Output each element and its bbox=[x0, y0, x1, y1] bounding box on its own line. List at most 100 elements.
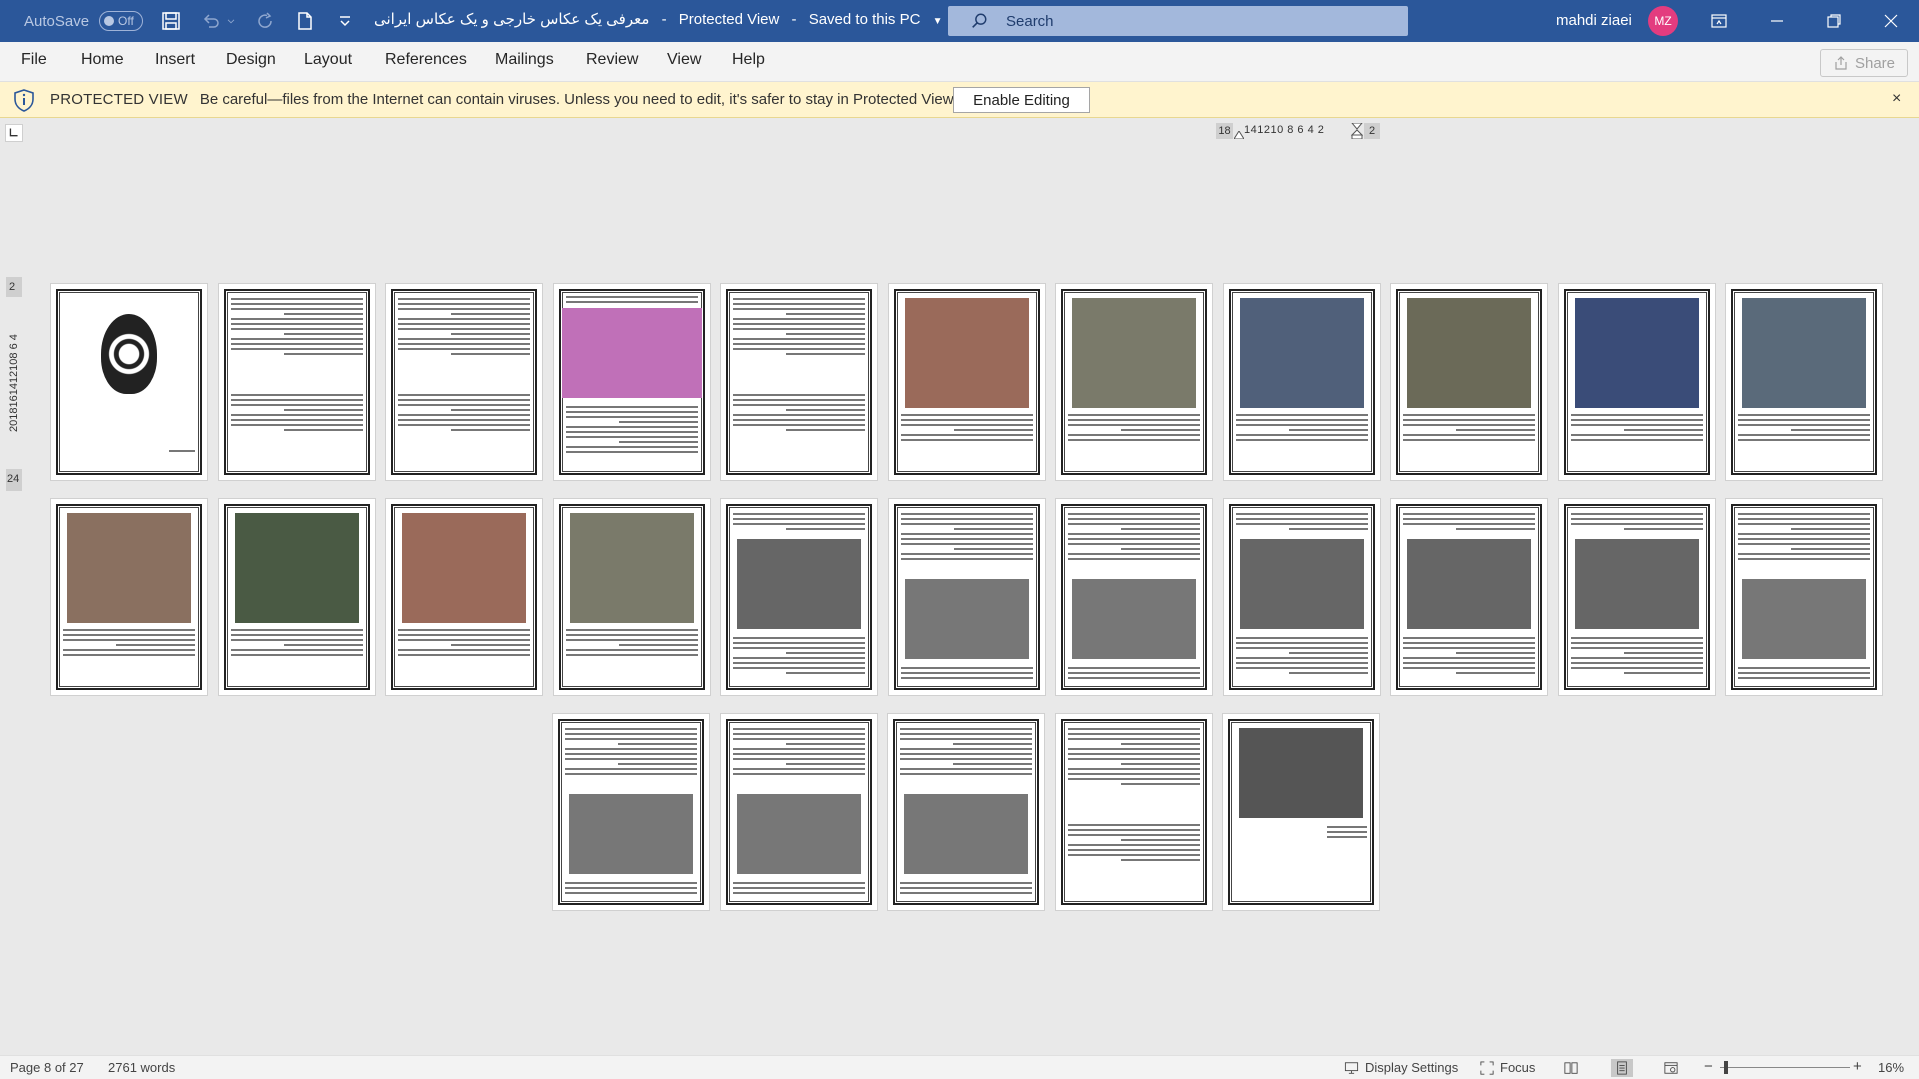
print-layout-button[interactable] bbox=[1611, 1059, 1633, 1077]
save-icon[interactable] bbox=[159, 9, 183, 33]
user-name[interactable]: mahdi ziaei bbox=[1556, 12, 1632, 29]
page-thumbnail[interactable] bbox=[553, 498, 711, 696]
page-photo bbox=[1742, 298, 1866, 408]
document-title-area[interactable]: معرفی یک عکاس خارجی و یک عکاس ایرانی - P… bbox=[374, 0, 943, 42]
page-thumbnail[interactable] bbox=[1055, 498, 1213, 696]
page-thumbnail[interactable] bbox=[552, 713, 710, 911]
ruler-bottom-number: 24 bbox=[7, 473, 20, 485]
zoom-level[interactable]: 16% bbox=[1878, 1060, 1904, 1075]
text-lines bbox=[231, 394, 363, 434]
zoom-in-button[interactable]: + bbox=[1853, 1058, 1862, 1075]
tab-selector[interactable] bbox=[5, 124, 23, 142]
page-thumbnail[interactable] bbox=[720, 498, 878, 696]
minimize-icon bbox=[1771, 20, 1783, 22]
page-thumbnail[interactable] bbox=[385, 283, 543, 481]
book-icon bbox=[1564, 1062, 1578, 1074]
page-photo bbox=[235, 513, 359, 623]
text-lines bbox=[733, 882, 865, 897]
page-thumbnail[interactable] bbox=[888, 498, 1046, 696]
title-separator-2: - bbox=[791, 11, 797, 28]
text-lines bbox=[901, 513, 1033, 563]
tab-view[interactable]: View bbox=[667, 51, 701, 69]
page-thumbnail[interactable] bbox=[720, 283, 878, 481]
tab-references[interactable]: References bbox=[385, 51, 467, 69]
ribbon-display-options-button[interactable] bbox=[1690, 0, 1748, 42]
hanging-indent-marker-icon[interactable] bbox=[1351, 123, 1363, 139]
avatar[interactable]: MZ bbox=[1648, 6, 1678, 36]
page-photo bbox=[67, 513, 191, 623]
ribbon-tabs: File Home Insert Design Layout Reference… bbox=[0, 42, 1919, 82]
tab-file[interactable]: File bbox=[21, 51, 47, 69]
page-thumbnail[interactable] bbox=[1390, 498, 1548, 696]
page-thumbnail[interactable] bbox=[720, 713, 878, 911]
text-lines bbox=[566, 296, 698, 306]
page-thumbnail[interactable] bbox=[1223, 498, 1381, 696]
restore-icon bbox=[1827, 14, 1841, 28]
share-icon bbox=[1835, 56, 1847, 70]
page-thumbnail[interactable] bbox=[218, 498, 376, 696]
zoom-slider-thumb[interactable] bbox=[1724, 1061, 1728, 1074]
tab-review[interactable]: Review bbox=[586, 51, 638, 69]
page-thumbnail[interactable] bbox=[50, 498, 208, 696]
close-icon bbox=[1884, 14, 1898, 28]
text-lines bbox=[1403, 414, 1535, 444]
page-thumbnail[interactable] bbox=[50, 283, 208, 481]
close-button[interactable] bbox=[1862, 0, 1919, 42]
tab-home[interactable]: Home bbox=[81, 51, 124, 69]
word-count[interactable]: 2761 words bbox=[108, 1060, 175, 1075]
page-thumbnail[interactable] bbox=[1390, 283, 1548, 481]
customize-toolbar-icon[interactable] bbox=[333, 9, 357, 33]
page-counter[interactable]: Page 8 of 27 bbox=[10, 1060, 84, 1075]
search-box[interactable]: Search bbox=[948, 6, 1408, 36]
enable-editing-button[interactable]: Enable Editing bbox=[953, 87, 1090, 113]
display-settings-button[interactable]: Display Settings bbox=[1344, 1060, 1458, 1075]
title-chevron-icon[interactable]: ▼ bbox=[933, 16, 943, 27]
page-thumbnail[interactable] bbox=[1558, 283, 1716, 481]
close-icon[interactable]: × bbox=[1892, 90, 1901, 108]
page-thumbnail[interactable] bbox=[1055, 283, 1213, 481]
page-thumbnail[interactable] bbox=[888, 283, 1046, 481]
text-lines bbox=[1236, 414, 1368, 444]
text-lines bbox=[1403, 637, 1535, 677]
restore-button[interactable] bbox=[1805, 0, 1863, 42]
calligraphy-ornament bbox=[101, 314, 157, 394]
share-button[interactable]: Share bbox=[1820, 49, 1908, 77]
page-thumbnail[interactable] bbox=[1222, 713, 1380, 911]
page-thumbnail[interactable] bbox=[887, 713, 1045, 911]
text-lines bbox=[733, 637, 865, 677]
tab-insert[interactable]: Insert bbox=[155, 51, 195, 69]
tab-design[interactable]: Design bbox=[226, 51, 276, 69]
web-layout-button[interactable] bbox=[1660, 1059, 1682, 1077]
horizontal-ruler[interactable]: 18 141210 8 6 4 2 2 bbox=[1216, 123, 1380, 139]
tab-help[interactable]: Help bbox=[732, 51, 765, 69]
page-thumbnail[interactable] bbox=[1725, 498, 1883, 696]
autosave-label: AutoSave bbox=[24, 12, 90, 30]
vertical-ruler[interactable]: 2 2018161412108 6 4 24 bbox=[6, 277, 22, 491]
text-lines bbox=[566, 629, 698, 659]
tab-layout[interactable]: Layout bbox=[304, 51, 352, 69]
focus-button[interactable]: Focus bbox=[1480, 1060, 1535, 1075]
page-thumbnail[interactable] bbox=[1725, 283, 1883, 481]
page-thumbnail[interactable] bbox=[1055, 713, 1213, 911]
text-lines bbox=[63, 629, 195, 659]
page-photo bbox=[1239, 728, 1363, 818]
page-thumbnail[interactable] bbox=[1558, 498, 1716, 696]
page-photo bbox=[1575, 298, 1699, 408]
chevron-down-icon[interactable] bbox=[225, 9, 237, 33]
text-lines bbox=[566, 406, 698, 456]
document-title: معرفی یک عکاس خارجی و یک عکاس ایرانی bbox=[374, 11, 650, 28]
new-document-icon[interactable] bbox=[293, 9, 317, 33]
zoom-slider[interactable] bbox=[1720, 1067, 1850, 1068]
undo-icon[interactable] bbox=[199, 9, 223, 33]
redo-icon[interactable] bbox=[253, 9, 277, 33]
read-mode-button[interactable] bbox=[1560, 1059, 1582, 1077]
page-thumbnail[interactable] bbox=[385, 498, 543, 696]
autosave-toggle[interactable]: Off bbox=[99, 11, 144, 31]
page-thumbnail[interactable] bbox=[553, 283, 711, 481]
page-thumbnail[interactable] bbox=[1223, 283, 1381, 481]
page-thumbnail[interactable] bbox=[218, 283, 376, 481]
zoom-out-button[interactable]: − bbox=[1704, 1058, 1713, 1075]
indent-marker-icon[interactable] bbox=[1234, 131, 1244, 139]
minimize-button[interactable] bbox=[1748, 0, 1806, 42]
tab-mailings[interactable]: Mailings bbox=[495, 51, 554, 69]
